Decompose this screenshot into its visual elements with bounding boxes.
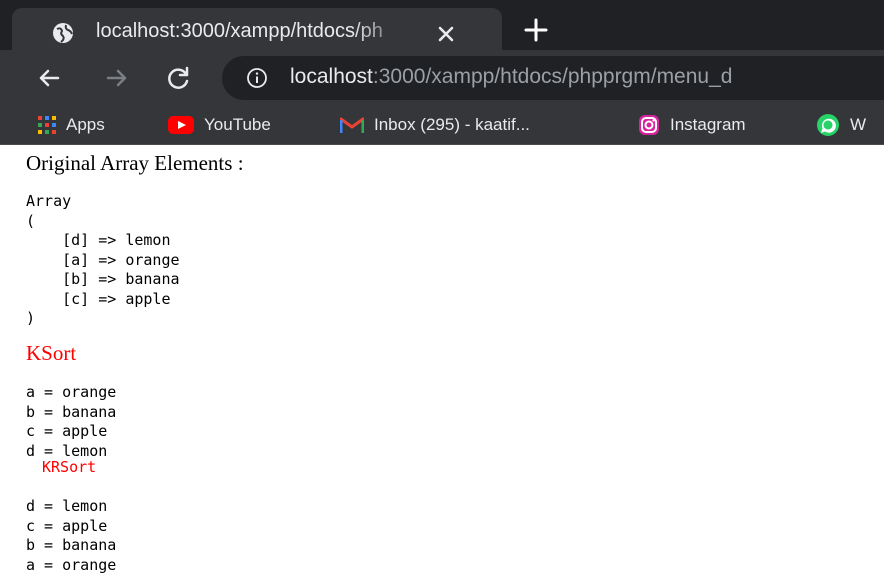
bookmark-youtube[interactable]: YouTube: [168, 112, 271, 138]
apps-grid-icon: [38, 116, 56, 134]
bookmark-whatsapp[interactable]: W: [816, 112, 866, 138]
original-array-heading: Original Array Elements :: [26, 151, 244, 175]
bookmark-label: Instagram: [670, 115, 746, 134]
gmail-icon: [340, 117, 364, 133]
ksort-heading: KSort: [26, 341, 77, 365]
url-host: localhost: [290, 65, 373, 88]
ksort-output: a = orange b = banana c = apple d = lemo…: [26, 383, 117, 460]
address-bar[interactable]: localhost:3000/xampp/htdocs/phpprgm/menu…: [222, 56, 884, 100]
bookmarks-bar: Apps YouTube Inbox (295) - kaatif... Ins…: [0, 106, 884, 145]
bookmark-label: Apps: [66, 115, 105, 134]
url-text: localhost:3000/xampp/htdocs/phpprgm/menu…: [290, 65, 732, 89]
info-icon[interactable]: [246, 67, 268, 89]
bookmark-gmail[interactable]: Inbox (295) - kaatif...: [340, 112, 530, 138]
instagram-icon: [639, 115, 659, 135]
close-icon[interactable]: [432, 20, 460, 48]
url-path: :3000/xampp/htdocs/phpprgm/menu_d: [372, 65, 733, 88]
globe-icon: [53, 23, 73, 43]
new-tab-plus-icon[interactable]: [520, 14, 552, 46]
back-arrow-icon[interactable]: [34, 63, 64, 93]
krsort-output: d = lemon c = apple b = banana a = orang…: [26, 497, 117, 574]
youtube-icon: [168, 116, 194, 134]
array-dump: Array ( [d] => lemon [a] => orange [b] =…: [26, 192, 180, 327]
bookmark-label: Inbox (295) - kaatif...: [374, 115, 530, 134]
browser-toolbar: localhost:3000/xampp/htdocs/phpprgm/menu…: [0, 50, 884, 106]
whatsapp-icon: [817, 114, 839, 136]
bookmark-label: W: [850, 115, 867, 134]
bookmark-label: YouTube: [204, 115, 271, 134]
krsort-heading: KRSort: [42, 458, 97, 476]
reload-icon[interactable]: [164, 63, 194, 93]
bookmark-instagram[interactable]: Instagram: [638, 112, 746, 138]
tab-title: localhost:3000/xampp/htdocs/ph: [96, 20, 383, 42]
forward-arrow-icon[interactable]: [102, 63, 132, 93]
bookmark-apps[interactable]: Apps: [38, 112, 105, 138]
